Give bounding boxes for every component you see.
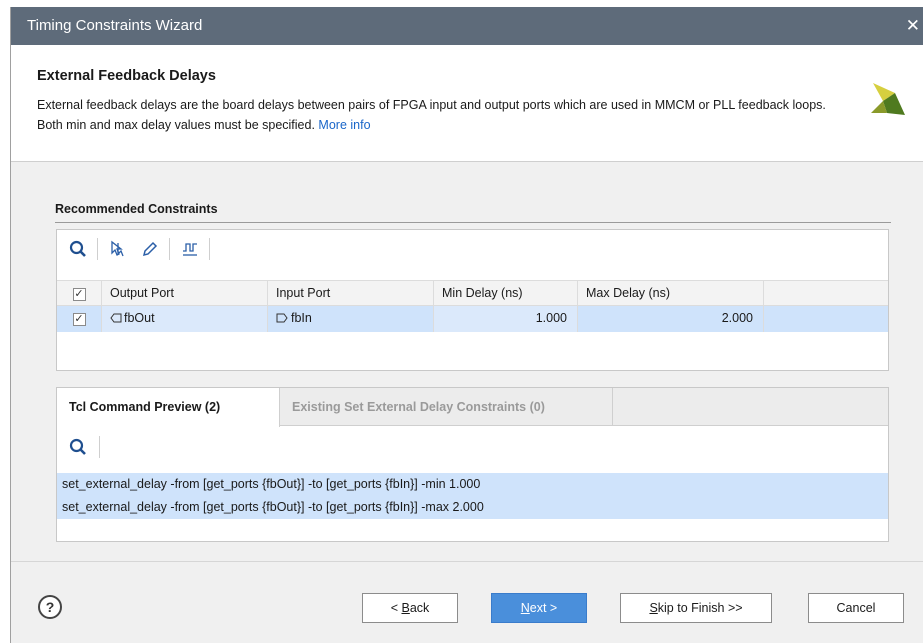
waveform-icon[interactable]	[177, 237, 203, 261]
search-icon[interactable]	[65, 435, 91, 459]
close-icon[interactable]: ✕	[906, 16, 920, 36]
table-row[interactable]: ✓ fbOut fbIn 1.000 2.000	[57, 306, 888, 332]
table-toolbar	[57, 230, 888, 268]
tcl-tab-bar: Tcl Command Preview (2) Existing Set Ext…	[57, 388, 888, 427]
column-header-max-delay[interactable]: Max Delay (ns)	[578, 281, 764, 307]
input-port-value: fbIn	[291, 311, 312, 325]
tcl-command-line[interactable]: set_external_delay -from [get_ports {fbO…	[57, 473, 888, 496]
row-checkbox[interactable]: ✓	[57, 306, 102, 332]
back-label-mnemonic: B	[401, 601, 410, 615]
next-label-mnemonic: N	[520, 601, 530, 615]
skip-label-mnemonic: S	[649, 601, 658, 615]
recommended-constraints-label: Recommended Constraints	[55, 202, 891, 223]
page-header: External Feedback Delays External feedba…	[11, 45, 923, 162]
back-label-rest: ack	[409, 601, 430, 615]
column-header-input-port[interactable]: Input Port	[268, 281, 434, 307]
back-button[interactable]: < Back	[362, 593, 458, 623]
max-delay-cell[interactable]: 2.000	[578, 306, 764, 332]
title-bar: Timing Constraints Wizard ✕	[11, 7, 923, 45]
wizard-dialog: Timing Constraints Wizard ✕ External Fee…	[10, 7, 923, 643]
select-pointer-icon[interactable]	[105, 237, 131, 261]
help-icon[interactable]: ?	[38, 595, 62, 619]
tcl-command-line[interactable]: set_external_delay -from [get_ports {fbO…	[57, 496, 888, 519]
output-port-icon	[110, 313, 122, 323]
column-header-min-delay[interactable]: Min Delay (ns)	[434, 281, 578, 307]
page-description: External feedback delays are the board d…	[37, 95, 837, 135]
output-port-value: fbOut	[124, 311, 155, 325]
page-title: External Feedback Delays	[37, 68, 216, 84]
search-icon[interactable]	[65, 237, 91, 261]
edit-pencil-icon[interactable]	[137, 237, 163, 261]
column-header-output-port[interactable]: Output Port	[102, 281, 268, 307]
cancel-button[interactable]: Cancel	[808, 593, 904, 623]
back-label-prefix: <	[390, 601, 402, 615]
description-text: External feedback delays are the board d…	[37, 98, 826, 132]
select-all-checkbox[interactable]: ✓	[57, 281, 102, 307]
tab-existing-constraints[interactable]: Existing Set External Delay Constraints …	[280, 388, 613, 426]
tcl-command-list: set_external_delay -from [get_ports {fbO…	[57, 473, 888, 519]
next-button[interactable]: Next >	[491, 593, 587, 623]
output-port-cell[interactable]: fbOut	[102, 306, 268, 332]
window-title: Timing Constraints Wizard	[27, 17, 203, 34]
input-port-cell[interactable]: fbIn	[268, 306, 434, 332]
constraints-table-panel: ✓ Output Port Input Port Min Delay (ns) …	[56, 229, 889, 371]
min-delay-cell[interactable]: 1.000	[434, 306, 578, 332]
wizard-footer: ? < Back Next > Skip to Finish >> Cancel	[11, 561, 923, 643]
next-label-rest: ext >	[529, 601, 558, 615]
tab-tcl-command-preview[interactable]: Tcl Command Preview (2)	[57, 388, 280, 427]
table-header-row: ✓ Output Port Input Port Min Delay (ns) …	[57, 280, 888, 307]
skip-label-rest: kip to Finish >>	[657, 601, 743, 615]
tcl-toolbar	[57, 427, 888, 467]
input-port-icon	[276, 313, 288, 323]
skip-to-finish-button[interactable]: Skip to Finish >>	[620, 593, 772, 623]
vivado-logo-icon	[871, 83, 905, 115]
tcl-preview-panel: Tcl Command Preview (2) Existing Set Ext…	[56, 387, 889, 542]
more-info-link[interactable]: More info	[318, 118, 370, 132]
